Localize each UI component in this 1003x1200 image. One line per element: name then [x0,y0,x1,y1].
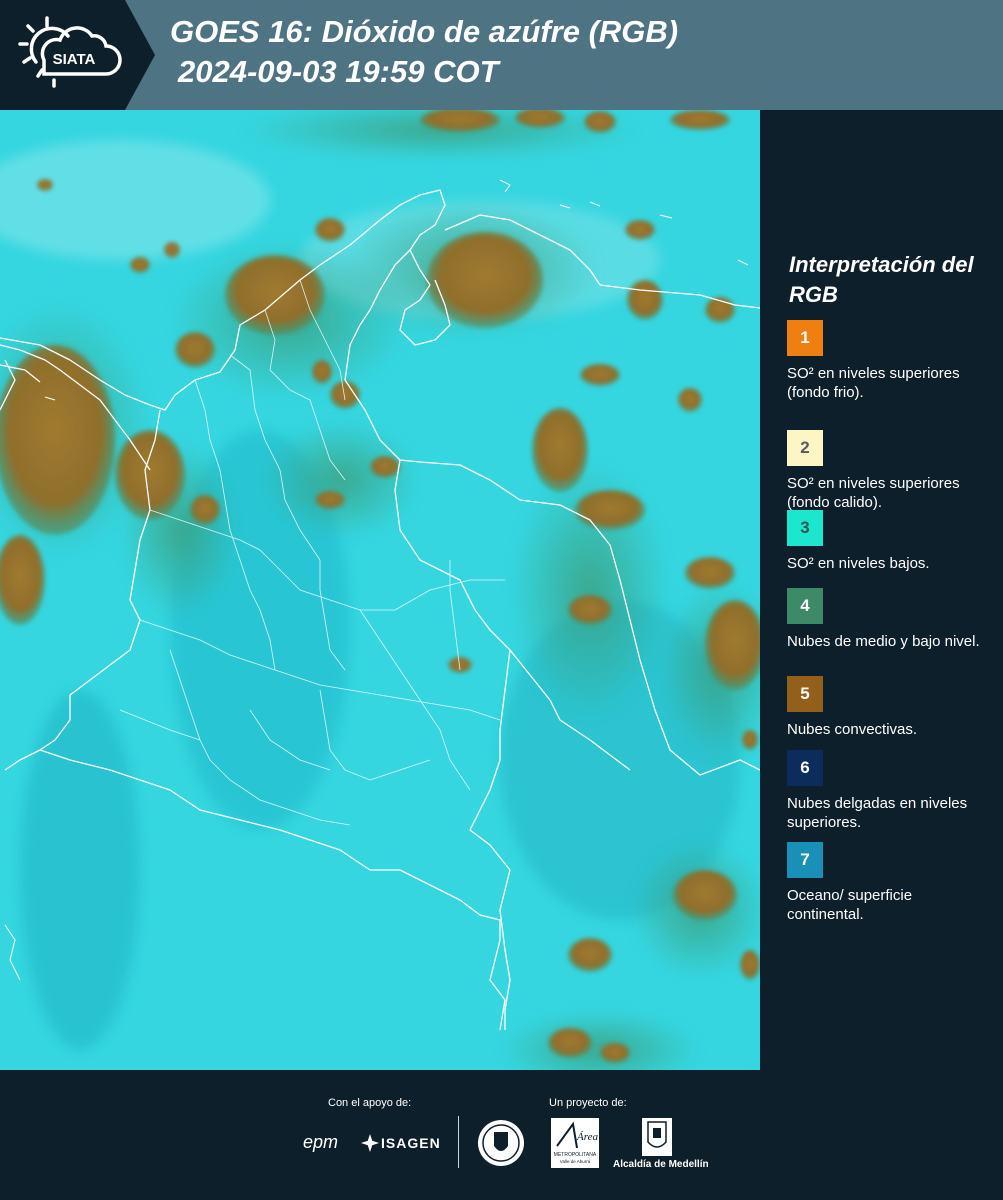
svg-text:Valle de Aburrá: Valle de Aburrá [560,1159,591,1164]
legend-label: Oceano/ superficie continental. [787,887,913,923]
legend-swatch: 2 [787,430,823,466]
university-seal-icon [478,1120,524,1166]
legend-swatch: 4 [787,588,823,624]
legend-panel: Interpretación del RGB 1 SO² en niveles s… [760,110,1003,1070]
legend-label: SO² en niveles superiores (fondo calido)… [787,475,960,511]
legend-title: Interpretación del RGB [789,252,974,307]
footer: Con el apoyo de: Un proyecto de: epm ISA… [0,1070,1003,1200]
alcaldia-label: Alcaldía de Medellín [613,1159,709,1170]
siata-logo: SIATA [18,16,122,88]
page-title: GOES 16: Dióxido de azúfre (RGB) [170,14,679,49]
isagen-icon [361,1134,379,1152]
header: SIATA GOES 16: Dióxido de azúfre (RGB) 2… [0,0,1003,110]
page-timestamp: 2024-09-03 19:59 COT [178,54,499,89]
alcaldia-shield-icon [642,1118,672,1156]
legend-label: Nubes de medio y bajo nivel. [787,633,980,650]
legend-label: Nubes convectivas. [787,721,918,738]
legend-item: 1 SO² en niveles superiores (fondo frio). [787,320,992,402]
legend-swatch: 3 [787,510,823,546]
logo-text: SIATA [53,51,96,68]
logo-panel: SIATA [0,0,155,110]
support-label: Con el apoyo de: [328,1097,412,1109]
legend-item: 6 Nubes delgadas en niveles superiores. [787,750,992,832]
legend-item: 4 Nubes de medio y bajo nivel. [787,588,992,651]
legend-swatch: 7 [787,842,823,878]
satellite-map [0,110,760,1070]
svg-text:Área: Área [576,1131,598,1143]
map-svg [0,110,760,1070]
epm-logo: epm [303,1132,339,1152]
legend-label: SO² en niveles bajos. [787,555,930,572]
legend-label: Nubes delgadas en niveles superiores. [787,795,968,831]
legend-swatch: 1 [787,320,823,356]
footer-divider [458,1116,459,1168]
svg-text:METROPOLITANA: METROPOLITANA [554,1152,597,1158]
legend-item: 5 Nubes convectivas. [787,676,992,739]
legend-swatch: 6 [787,750,823,786]
legend-label: SO² en niveles superiores (fondo frio). [787,365,960,401]
area-metropolitana-logo: Área METROPOLITANA Valle de Aburrá [551,1118,599,1168]
legend-item: 7 Oceano/ superficie continental. [787,842,992,924]
legend-swatch: 5 [787,676,823,712]
isagen-logo: ISAGEN [381,1135,441,1151]
project-label: Un proyecto de: [549,1097,627,1109]
legend-item: 3 SO² en niveles bajos. [787,510,992,573]
legend-item: 2 SO² en niveles superiores (fondo calido… [787,430,992,512]
